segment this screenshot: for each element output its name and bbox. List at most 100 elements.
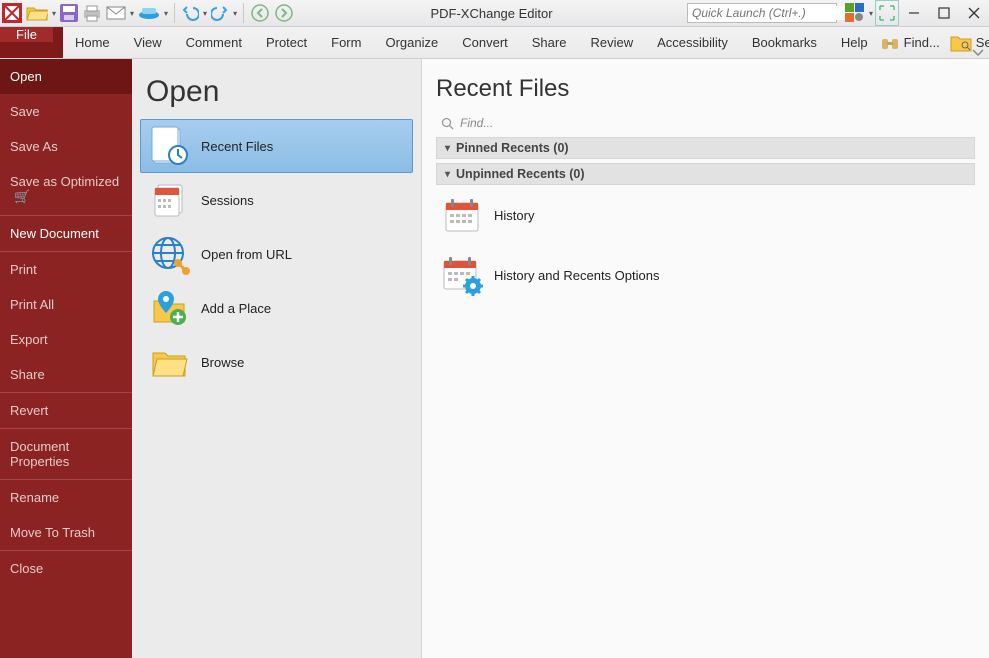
ribbon-tabs: File HomeViewCommentProtectFormOrganizeC… (0, 27, 989, 59)
quick-access-toolbar: ▾ ▾ ▾ ▾ ▾ (0, 0, 296, 26)
save-icon[interactable] (58, 0, 80, 26)
history-item[interactable]: History (436, 185, 975, 245)
tab-share[interactable]: Share (520, 27, 579, 58)
dropdown-icon[interactable]: ▾ (50, 9, 58, 18)
sessions-icon (147, 178, 191, 222)
open-source-add-a-place[interactable]: Add a Place (140, 281, 413, 335)
open-column: Open Recent Files Sessions Open from URL Ad… (132, 59, 422, 658)
open-source-recent-files[interactable]: Recent Files (140, 119, 413, 173)
find-label: Find... (904, 35, 940, 50)
tab-accessibility[interactable]: Accessibility (645, 27, 740, 58)
sidebar-item-print-all[interactable]: Print All (0, 287, 132, 322)
close-button[interactable] (959, 0, 989, 27)
window-title: PDF-XChange Editor (296, 6, 687, 21)
history-options-label: History and Recents Options (494, 268, 659, 283)
pinned-label: Pinned Recents (0) (456, 141, 569, 155)
tab-form[interactable]: Form (319, 27, 373, 58)
sidebar-item-export[interactable]: Export (0, 322, 132, 357)
dropdown-icon[interactable]: ▾ (231, 9, 239, 18)
tab-view[interactable]: View (122, 27, 174, 58)
mail-icon[interactable] (104, 0, 128, 26)
backstage-view: OpenSaveSave AsSave as Optimized🛒New Doc… (0, 59, 989, 658)
minimize-button[interactable] (899, 0, 929, 27)
tab-convert[interactable]: Convert (450, 27, 520, 58)
open-source-list: Recent Files Sessions Open from URL Add a P… (132, 119, 421, 389)
nav-back-icon[interactable] (248, 0, 272, 26)
open-source-label: Sessions (201, 193, 254, 208)
history-options-item[interactable]: History and Recents Options (436, 245, 975, 305)
tab-help[interactable]: Help (829, 27, 880, 58)
separator (174, 3, 175, 23)
tab-file[interactable]: File (0, 27, 53, 42)
tab-home[interactable]: Home (63, 27, 122, 58)
maximize-button[interactable] (929, 0, 959, 27)
sidebar-item-open[interactable]: Open (0, 59, 132, 94)
sidebar-item-move-to-trash[interactable]: Move To Trash (0, 515, 132, 550)
addplace-icon (147, 286, 191, 330)
search-icon (441, 117, 454, 130)
sidebar-item-save-as-optimized[interactable]: Save as Optimized🛒 (0, 164, 132, 215)
recent-icon (147, 124, 191, 168)
open-source-label: Browse (201, 355, 244, 370)
undo-icon[interactable] (179, 0, 201, 26)
dropdown-icon[interactable]: ▾ (162, 9, 170, 18)
folder-search-icon (950, 33, 972, 53)
recent-title: Recent Files (436, 75, 975, 103)
tab-review[interactable]: Review (578, 27, 645, 58)
history-label: History (494, 208, 534, 223)
open-title: Open (132, 69, 421, 119)
unpinned-recents-header[interactable]: ▾ Unpinned Recents (0) (436, 163, 975, 185)
sidebar-item-new-document[interactable]: New Document (0, 216, 132, 251)
find-button[interactable]: Find... (880, 33, 940, 53)
chevron-down-icon: ▾ (445, 143, 450, 154)
quick-launch-box[interactable] (687, 3, 837, 23)
tab-organize[interactable]: Organize (373, 27, 450, 58)
open-source-label: Recent Files (201, 139, 273, 154)
ui-options-icon[interactable] (843, 0, 867, 26)
calendar-icon (440, 193, 484, 237)
open-folder-icon[interactable] (24, 0, 50, 26)
url-icon (147, 232, 191, 276)
titlebar-right: ▾ (687, 0, 989, 26)
binoculars-icon (880, 33, 900, 53)
title-bar: ▾ ▾ ▾ ▾ ▾ PDF-XChange Editor (0, 0, 989, 27)
sidebar-item-print[interactable]: Print (0, 252, 132, 287)
open-source-label: Open from URL (201, 247, 292, 262)
open-source-label: Add a Place (201, 301, 271, 316)
dropdown-icon[interactable]: ▾ (867, 9, 875, 18)
tab-comment[interactable]: Comment (174, 27, 254, 58)
browse-icon (147, 340, 191, 384)
dropdown-icon[interactable]: ▾ (128, 9, 136, 18)
sidebar-item-document-properties[interactable]: Document Properties (0, 429, 132, 479)
dropdown-icon[interactable]: ▾ (201, 9, 209, 18)
cart-icon: 🛒 (14, 189, 30, 204)
sidebar-item-close[interactable]: Close (0, 551, 132, 586)
file-sidebar: OpenSaveSave AsSave as Optimized🛒New Doc… (0, 59, 132, 658)
sidebar-item-save-as[interactable]: Save As (0, 129, 132, 164)
fit-icon[interactable] (875, 0, 899, 26)
scan-icon[interactable] (136, 0, 162, 26)
ribbon-expand-icon[interactable] (971, 47, 985, 59)
redo-icon[interactable] (209, 0, 231, 26)
sidebar-item-share[interactable]: Share (0, 357, 132, 392)
open-source-sessions[interactable]: Sessions (140, 173, 413, 227)
sidebar-item-rename[interactable]: Rename (0, 480, 132, 515)
app-icon[interactable] (0, 0, 24, 26)
tab-bookmarks[interactable]: Bookmarks (740, 27, 829, 58)
sidebar-item-revert[interactable]: Revert (0, 393, 132, 428)
unpinned-label: Unpinned Recents (0) (456, 167, 585, 181)
sidebar-item-save[interactable]: Save (0, 94, 132, 129)
quick-launch-input[interactable] (692, 6, 849, 20)
find-placeholder: Find... (460, 116, 493, 130)
separator (243, 3, 244, 23)
file-tab-wrap: File (0, 27, 63, 58)
open-source-open-from-url[interactable]: Open from URL (140, 227, 413, 281)
recent-find-row[interactable]: Find... (436, 113, 975, 133)
recent-files-panel: Recent Files Find... ▾ Pinned Recents (0… (422, 59, 989, 658)
print-icon[interactable] (80, 0, 104, 26)
open-source-browse[interactable]: Browse (140, 335, 413, 389)
tab-protect[interactable]: Protect (254, 27, 319, 58)
chevron-down-icon: ▾ (445, 169, 450, 180)
nav-forward-icon[interactable] (272, 0, 296, 26)
pinned-recents-header[interactable]: ▾ Pinned Recents (0) (436, 137, 975, 159)
